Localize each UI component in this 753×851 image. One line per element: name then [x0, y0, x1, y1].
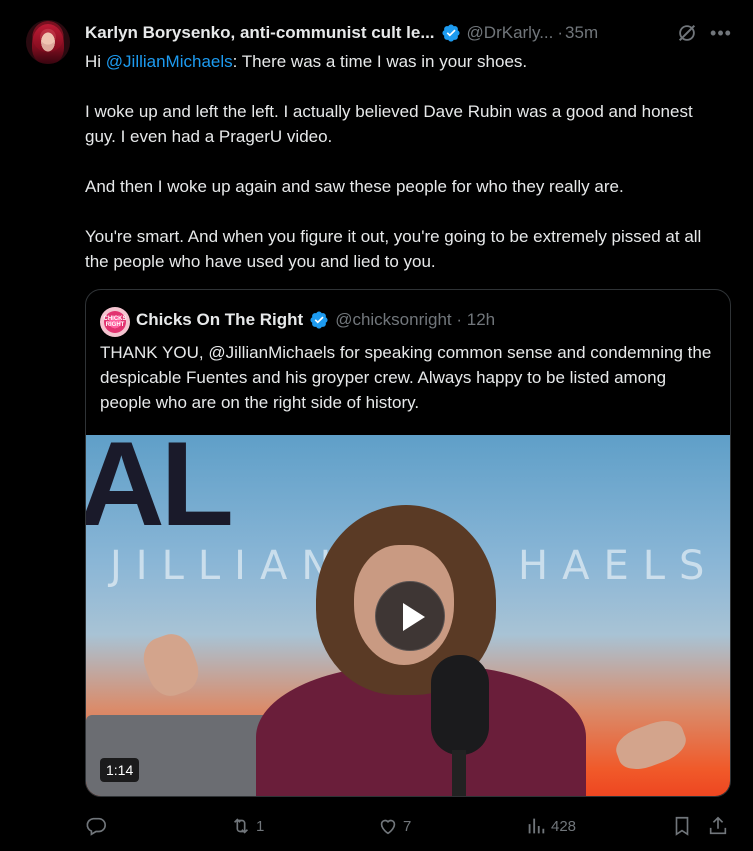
bookmark-button[interactable] [671, 812, 693, 840]
reply-button[interactable] [85, 812, 111, 840]
video-background-text: HAELS [518, 543, 719, 589]
verified-badge-icon [310, 311, 328, 329]
video-background-text: JILLIAN [110, 543, 346, 589]
views-button[interactable]: 428 [525, 812, 576, 840]
tweet-body: Hi @JillianMichaels: There was a time I … [85, 49, 725, 299]
video-background-text: AL [86, 435, 234, 551]
author-avatar[interactable] [26, 20, 70, 64]
video-figure-hand [137, 628, 205, 702]
quoted-author-name[interactable]: Chicks On The Right [136, 310, 303, 330]
quoted-avatar[interactable]: CHICKS RIGHT [100, 307, 130, 337]
video-player[interactable]: AL JILLIAN HAELS 1:14 [86, 435, 730, 796]
grok-icon[interactable] [676, 22, 698, 44]
video-duration: 1:14 [100, 758, 140, 782]
tweet-paragraph-2: I woke up and left the left. I actually … [85, 102, 693, 146]
video-mic-stand [452, 750, 466, 796]
share-button[interactable] [707, 812, 729, 840]
quoted-handle-time[interactable]: @chicksonright · 12h [335, 310, 495, 330]
bookmark-icon [675, 816, 689, 836]
quoted-text: THANK YOU, @JillianMichaels for speaking… [100, 343, 712, 412]
separator-dot: · [557, 23, 564, 42]
video-figure-hand [611, 714, 691, 776]
tweet-paragraph-3: And then I woke up again and saw these p… [85, 177, 624, 196]
more-icon[interactable]: ••• [710, 22, 732, 44]
tweet-header: Karlyn Borysenko, anti-communist cult le… [85, 22, 598, 44]
views-icon [528, 818, 545, 834]
like-button[interactable]: 7 [377, 812, 411, 840]
video-microphone [431, 655, 489, 755]
tweet-timestamp[interactable]: 35m [565, 23, 598, 43]
retweet-count: 1 [256, 817, 265, 835]
views-count: 428 [551, 817, 577, 835]
like-count: 7 [403, 817, 412, 835]
avatar-logo-text: CHICKS RIGHT [103, 316, 127, 328]
tweet-paragraph-1: Hi @JillianMichaels: There was a time I … [85, 49, 725, 74]
retweet-button[interactable]: 1 [230, 812, 264, 840]
text-segment: : There was a time I was in your shoes. [232, 52, 528, 71]
mention-link[interactable]: @JillianMichaels [106, 52, 233, 71]
reply-icon [86, 817, 106, 836]
tweet[interactable]: Karlyn Borysenko, anti-communist cult le… [0, 0, 753, 851]
verified-badge-icon [441, 24, 460, 42]
author-handle[interactable]: @DrKarly... [467, 23, 554, 43]
heart-icon [380, 819, 396, 835]
quoted-header: Chicks On The Right @chicksonright · 12h [136, 309, 495, 331]
tweet-paragraph-4: You're smart. And when you figure it out… [85, 227, 702, 271]
retweet-icon [233, 818, 249, 834]
quoted-tweet[interactable]: CHICKS RIGHT Chicks On The Right @chicks… [85, 289, 731, 797]
text-segment: Hi [85, 52, 106, 71]
author-name[interactable]: Karlyn Borysenko, anti-communist cult le… [85, 23, 435, 43]
action-bar: 1 7 428 [85, 812, 735, 840]
share-icon [709, 816, 727, 835]
play-button[interactable] [375, 581, 445, 651]
